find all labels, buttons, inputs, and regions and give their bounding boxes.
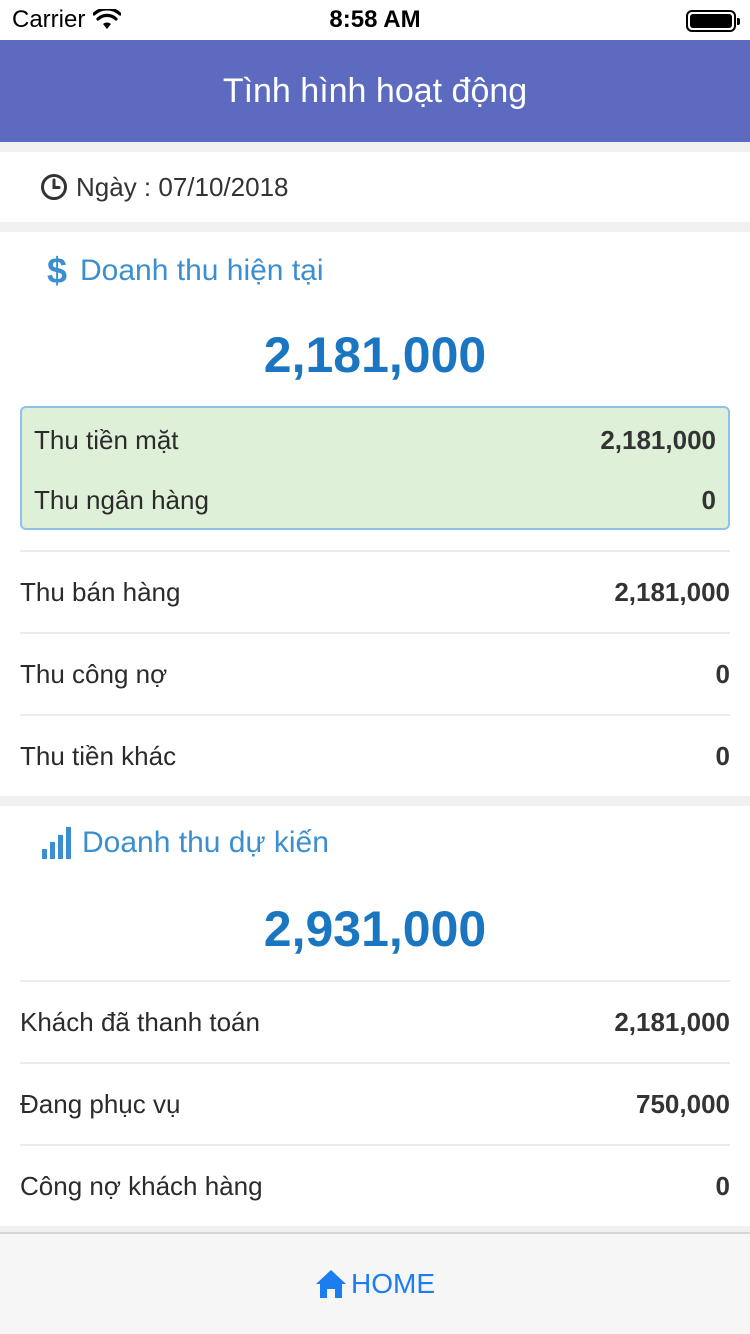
date-panel: Ngày : 07/10/2018 — [0, 152, 750, 222]
row-value: 750,000 — [636, 1088, 730, 1119]
row-label: Thu tiền khác — [20, 740, 177, 771]
row-value: 2,181,000 — [614, 1006, 730, 1037]
payment-value: 0 — [701, 484, 716, 515]
payment-label: Thu tiền mặt — [34, 424, 179, 455]
row-label: Khách đã thanh toán — [20, 1006, 260, 1037]
expected-revenue-title: Doanh thu dự kiến — [82, 826, 329, 859]
bar-chart-icon — [42, 827, 72, 859]
row-value: 0 — [715, 658, 730, 689]
current-revenue-header: $ Doanh thu hiện tại — [44, 252, 324, 290]
list-item: Khách đã thanh toán 2,181,000 — [20, 980, 730, 1062]
home-tab-label: HOME — [351, 1268, 435, 1299]
expected-revenue-total: 2,931,000 — [263, 901, 487, 957]
row-value: 0 — [715, 740, 730, 771]
row-label: Thu công nợ — [20, 658, 168, 689]
home-tab[interactable]: HOME — [315, 1268, 435, 1300]
date-label: Ngày : 07/10/2018 — [76, 171, 289, 202]
current-revenue-section: $ Doanh thu hiện tại 2,181,000 Thu tiền … — [0, 232, 750, 796]
payment-row-bank: Thu ngân hàng 0 — [34, 470, 716, 530]
current-revenue-total: 2,181,000 — [263, 327, 487, 383]
list-item: Đang phục vụ 750,000 — [20, 1062, 730, 1144]
payment-label: Thu ngân hàng — [34, 484, 209, 515]
payment-value: 2,181,000 — [600, 424, 716, 455]
home-icon — [316, 1270, 346, 1298]
clock-icon — [41, 174, 67, 200]
list-item: Công nợ khách hàng 0 — [20, 1144, 730, 1226]
row-label: Thu bán hàng — [20, 576, 181, 607]
page-title: Tình hình hoạt động — [222, 71, 528, 110]
row-label: Đang phục vụ — [20, 1088, 181, 1119]
current-revenue-title: Doanh thu hiện tại — [80, 254, 324, 287]
svg-text:$: $ — [47, 252, 67, 290]
battery-icon — [686, 10, 740, 32]
list-item: Thu bán hàng 2,181,000 — [20, 550, 730, 632]
list-item: Thu tiền khác 0 — [20, 714, 730, 796]
status-time: 8:58 AM — [329, 6, 421, 33]
payment-method-box: Thu tiền mặt 2,181,000 Thu ngân hàng 0 — [20, 406, 730, 530]
status-bar: Carrier 8:58 AM — [0, 0, 750, 40]
expected-revenue-section: Doanh thu dự kiến 2,931,000 Khách đã tha… — [0, 806, 750, 1226]
row-label: Công nợ khách hàng — [20, 1170, 263, 1201]
dollar-icon: $ — [44, 252, 70, 290]
row-value: 0 — [715, 1170, 730, 1201]
bottom-tab-bar: HOME — [0, 1232, 750, 1334]
payment-row-cash: Thu tiền mặt 2,181,000 — [34, 410, 716, 470]
nav-bar: Tình hình hoạt động — [0, 40, 750, 142]
expected-revenue-header: Doanh thu dự kiến — [42, 826, 329, 860]
row-value: 2,181,000 — [614, 576, 730, 607]
list-item: Thu công nợ 0 — [20, 632, 730, 714]
